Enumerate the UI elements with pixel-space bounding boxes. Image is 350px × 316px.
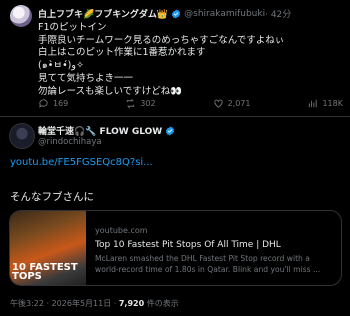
verified-badge-icon bbox=[166, 125, 175, 136]
card-description-line: McLaren smashed the DHL Fastest Pit Stop… bbox=[95, 254, 310, 263]
card-description: McLaren smashed the DHL Fastest Pit Stop… bbox=[95, 253, 340, 275]
card-title: Top 10 Fastest Pit Stops Of All Time | D… bbox=[95, 240, 281, 250]
view-count: 118K bbox=[322, 99, 343, 108]
reply-line: 手際良いチームワーク見るのめっちゃすごなんですよねぃ bbox=[38, 34, 285, 46]
views-label: 件の表示 bbox=[144, 299, 179, 308]
reply-action-bar: 169 302 2,071 118K bbox=[38, 98, 343, 109]
main-tweet-text: そんなフブさんに bbox=[10, 191, 94, 203]
main-handle[interactable]: @rindochihaya bbox=[38, 137, 102, 147]
repost-count: 302 bbox=[140, 99, 156, 108]
thumbnail-caption: 10 FASTEST TOPS bbox=[12, 263, 78, 282]
repost-icon bbox=[127, 99, 135, 108]
thumbnail-caption-line: TOPS bbox=[12, 271, 42, 282]
reply-icon bbox=[39, 99, 48, 108]
reply-time[interactable]: · 42分 bbox=[265, 7, 291, 20]
reply-line: 勿論レースも楽しいですけどね👀 bbox=[38, 85, 183, 97]
reply-author-row: 白上フブキ🌽フブキングダム👑 @shirakamifubuki · 42分 bbox=[38, 7, 291, 21]
verified-badge-icon bbox=[172, 8, 181, 19]
reply-line: 見てて気持ちよき一一 bbox=[38, 72, 134, 84]
link-preview-card[interactable]: 10 FASTEST TOPS youtube.com Top 10 Faste… bbox=[9, 210, 342, 286]
reply-count: 169 bbox=[53, 99, 69, 108]
repost-button[interactable]: 302 bbox=[125, 98, 156, 109]
divider bbox=[0, 116, 350, 117]
view-count-total: 7,920 bbox=[118, 299, 145, 308]
like-count: 2,071 bbox=[227, 99, 251, 108]
tweet-metadata: 午後3:22 · 2026年5月11日 · 7,920 件の表示 bbox=[10, 298, 179, 309]
reply-line: 白上はこのピット作業に1番惹かれます bbox=[38, 47, 206, 59]
card-domain: youtube.com bbox=[95, 226, 148, 235]
video-thumbnail[interactable]: 10 FASTEST TOPS bbox=[10, 211, 86, 285]
reply-button[interactable]: 169 bbox=[38, 98, 68, 109]
avatar[interactable] bbox=[10, 5, 32, 27]
reply-line: F1のピットイン bbox=[38, 22, 107, 33]
card-text: youtube.com Top 10 Fastest Pit Stops Of … bbox=[95, 226, 340, 275]
bar-chart-icon bbox=[309, 99, 318, 108]
heart-icon bbox=[213, 99, 223, 108]
timestamp[interactable]: 午後3:22 · 2026年5月11日 · bbox=[10, 299, 119, 308]
main-display-name[interactable]: 輪堂千速🎧🔧 FLOW GLOW bbox=[38, 124, 162, 137]
views-button[interactable]: 118K bbox=[307, 98, 343, 109]
youtube-link[interactable]: youtu.be/FE5FGSEQc8Q?si... bbox=[10, 157, 153, 168]
reply-display-name[interactable]: 白上フブキ🌽フブキングダム👑 bbox=[38, 7, 168, 20]
card-description-line: world-record time of 1.80s in Qatar. Bli… bbox=[95, 265, 321, 274]
main-author-row: 輪堂千速🎧🔧 FLOW GLOW bbox=[38, 124, 175, 137]
reply-body: F1のピットイン 手際良いチームワーク見るのめっちゃすごなんですよねぃ 白上はこ… bbox=[38, 22, 284, 98]
like-button[interactable]: 2,071 bbox=[213, 98, 251, 109]
reply-line: (๑•̀ㅂ•́)و✧ bbox=[38, 60, 84, 72]
avatar[interactable] bbox=[9, 123, 35, 149]
reply-handle[interactable]: @shirakamifubuki bbox=[184, 9, 265, 19]
